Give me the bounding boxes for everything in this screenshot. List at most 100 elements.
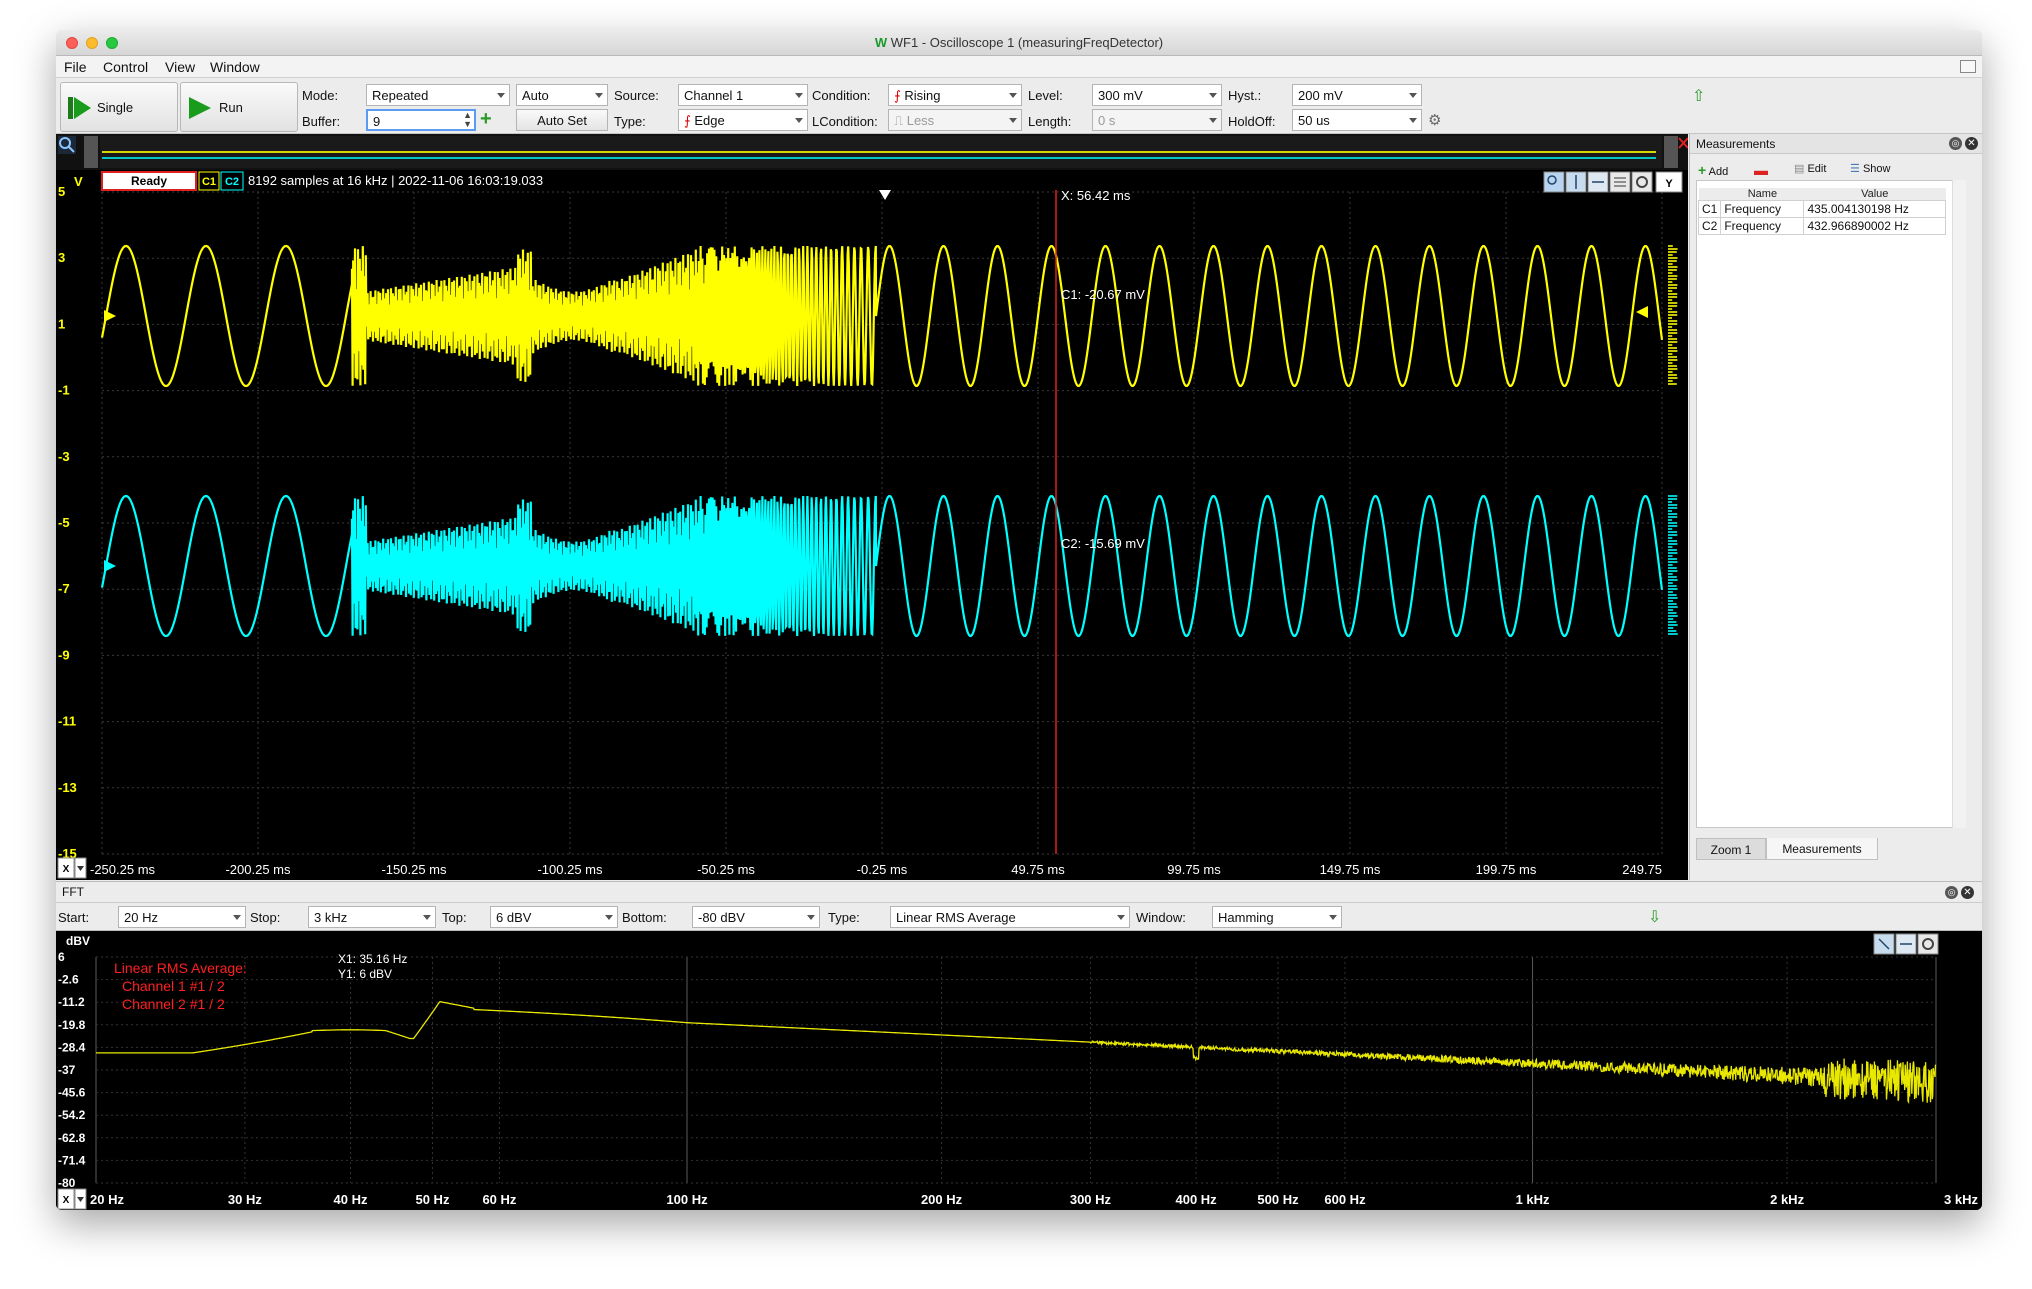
measurements-list[interactable] (1696, 180, 1966, 828)
legend-title: Linear RMS Average: (114, 960, 247, 976)
x-tick-label: 40 Hz (334, 1192, 368, 1207)
hyst-label: Hyst.: (1228, 88, 1261, 103)
type-select[interactable]: ⨍ Edge (678, 109, 808, 131)
oscilloscope-window: W WF1 - Oscilloscope 1 (measuringFreqDet… (56, 30, 1982, 1210)
measurements-table: Name Value C1 Frequency 435.004130198 Hz C2… (1698, 188, 1946, 235)
spinner-icon[interactable]: ▲ ▼ (463, 111, 472, 129)
mode-label: Mode: (302, 88, 338, 103)
vertical-scrollbar[interactable] (1952, 180, 1966, 828)
scope-plot-area[interactable]: X: 56.42 ms C1: -20.67 mV C2: -15.69 mV … (56, 134, 1688, 880)
measurements-header: Measurements ◎ ✕ (1690, 134, 1982, 154)
show-measurement-button[interactable]: ☰ Show (1850, 162, 1890, 175)
x-tick-label: -0.25 ms (857, 862, 908, 877)
table-header: Name Value (1699, 188, 1946, 201)
fft-plot-area[interactable]: 6 -2.6 -11.2 -19.8 -28.4 -37 -45.6 -54.2 -62.8 -7… (56, 931, 1982, 1210)
chevron-down-icon (1409, 118, 1417, 123)
source-label: Source: (614, 88, 659, 103)
fft-measure-tool-icon[interactable] (1896, 934, 1916, 954)
list-tool-icon[interactable] (1610, 172, 1630, 192)
autoset-button[interactable]: Auto Set (516, 109, 608, 131)
arrow-down-icon[interactable]: ⇩ (1648, 907, 1661, 927)
add-icon[interactable]: + (480, 108, 492, 131)
start-label: Start: (58, 910, 89, 925)
fft-cursor-y: Y1: 6 dBV (338, 967, 392, 981)
cursor-tool-icon[interactable] (1566, 172, 1586, 192)
table-row[interactable]: C2 Frequency 432.966890002 Hz (1699, 218, 1946, 235)
trigger-settings-icon[interactable]: ⚙ (1428, 111, 1441, 129)
stop-input[interactable]: 3 kHz (308, 906, 436, 928)
title-bar: W WF1 - Oscilloscope 1 (measuringFreqDet… (56, 30, 1982, 56)
single-button[interactable]: Single (60, 82, 178, 132)
x-tick-label: 200 Hz (921, 1192, 963, 1207)
lcondition-label: LCondition: (812, 114, 878, 129)
plot-settings-icon[interactable] (1632, 172, 1652, 192)
level-label: Level: (1028, 88, 1063, 103)
chevron-down-icon (795, 93, 803, 98)
restore-fft-icon[interactable]: ◎ (1945, 886, 1958, 899)
y-tick-label: -11 (58, 714, 76, 729)
fft-type-select[interactable]: Linear RMS Average (890, 906, 1130, 928)
cursor-c1-label: C1: -20.67 mV (1061, 287, 1145, 302)
fft-plot[interactable]: 6 -2.6 -11.2 -19.8 -28.4 -37 -45.6 -54.2 -62.8 -7… (56, 931, 1982, 1210)
y-axis-button[interactable]: Y (1656, 172, 1682, 192)
x-axis-button[interactable]: X (58, 858, 74, 878)
fft-settings-icon[interactable] (1918, 934, 1938, 954)
close-panel-icon[interactable]: ✕ (1965, 137, 1978, 150)
mode-select[interactable]: Repeated (366, 84, 510, 106)
condition-label: Condition: (812, 88, 871, 103)
x-axis-dropdown[interactable] (75, 858, 86, 878)
length-input[interactable]: 0 s (1092, 109, 1222, 131)
close-fft-icon[interactable]: ✕ (1961, 886, 1974, 899)
x-tick-label: 100 Hz (666, 1192, 708, 1207)
start-input[interactable]: 20 Hz (118, 906, 246, 928)
auto-select[interactable]: Auto (516, 84, 608, 106)
fft-panel-header: FFT ◎ ✕ (56, 881, 1982, 903)
menu-control[interactable]: Control (103, 59, 148, 75)
zoom-tool-icon[interactable] (1544, 172, 1564, 192)
tab-zoom-1[interactable]: Zoom 1 (1696, 838, 1766, 860)
condition-select[interactable]: ⨍ Rising (888, 84, 1022, 106)
chevron-down-icon (1209, 118, 1217, 123)
x-tick-label: 249.75 (1622, 862, 1662, 877)
y-tick-label: -71.4 (58, 1153, 86, 1167)
pulse-icon: ⎍ (894, 113, 907, 128)
svg-text:Y: Y (1665, 178, 1673, 190)
level-input[interactable]: 300 mV (1092, 84, 1222, 106)
fft-x-axis-button[interactable]: X (58, 1189, 74, 1209)
holdoff-input[interactable]: 50 us (1292, 109, 1422, 131)
y-tick-label: -28.4 (58, 1040, 86, 1054)
restore-panel-icon[interactable]: ◎ (1949, 137, 1962, 150)
source-select[interactable]: Channel 1 (678, 84, 808, 106)
edit-measurement-button[interactable]: ▤ Edit (1794, 162, 1826, 175)
top-input[interactable]: 6 dBV (490, 906, 618, 928)
tab-measurements[interactable]: Measurements (1766, 838, 1878, 860)
arrow-up-icon[interactable]: ⇧ (1692, 86, 1705, 106)
x-tick-label: 49.75 ms (1011, 862, 1065, 877)
remove-measurement-button[interactable]: ▬ (1754, 162, 1768, 178)
add-measurement-button[interactable]: + Add (1698, 162, 1728, 178)
buffer-input[interactable]: 9 ▲ ▼ (366, 109, 476, 131)
cursor-c2-label: C2: -15.69 mV (1061, 536, 1145, 551)
y-tick-label: -19.8 (58, 1018, 86, 1032)
chevron-down-icon (1209, 93, 1217, 98)
window-select[interactable]: Hamming (1212, 906, 1342, 928)
measure-tool-icon[interactable] (1588, 172, 1608, 192)
hyst-input[interactable]: 200 mV (1292, 84, 1422, 106)
menu-file[interactable]: File (64, 59, 87, 75)
x-tick-label: 20 Hz (90, 1192, 124, 1207)
table-row[interactable]: C1 Frequency 435.004130198 Hz (1699, 201, 1946, 218)
bottom-input[interactable]: -80 dBV (692, 906, 820, 928)
fft-x-axis-dropdown[interactable] (75, 1189, 86, 1209)
run-button[interactable]: Run (180, 82, 298, 132)
menu-window[interactable]: Window (210, 59, 260, 75)
lcondition-select[interactable]: ⎍ Less (888, 109, 1022, 131)
menu-view[interactable]: View (165, 59, 195, 75)
scope-plot[interactable]: X: 56.42 ms C1: -20.67 mV C2: -15.69 mV … (56, 134, 1688, 880)
chevron-down-icon (1009, 93, 1017, 98)
x-tick-label: 199.75 ms (1476, 862, 1537, 877)
y-tick-label: -9 (58, 647, 70, 662)
dock-icon[interactable] (1960, 60, 1976, 73)
type-label: Type: (614, 114, 646, 129)
fft-cursor-tool-icon[interactable] (1874, 934, 1894, 954)
chevron-down-icon (233, 915, 241, 920)
